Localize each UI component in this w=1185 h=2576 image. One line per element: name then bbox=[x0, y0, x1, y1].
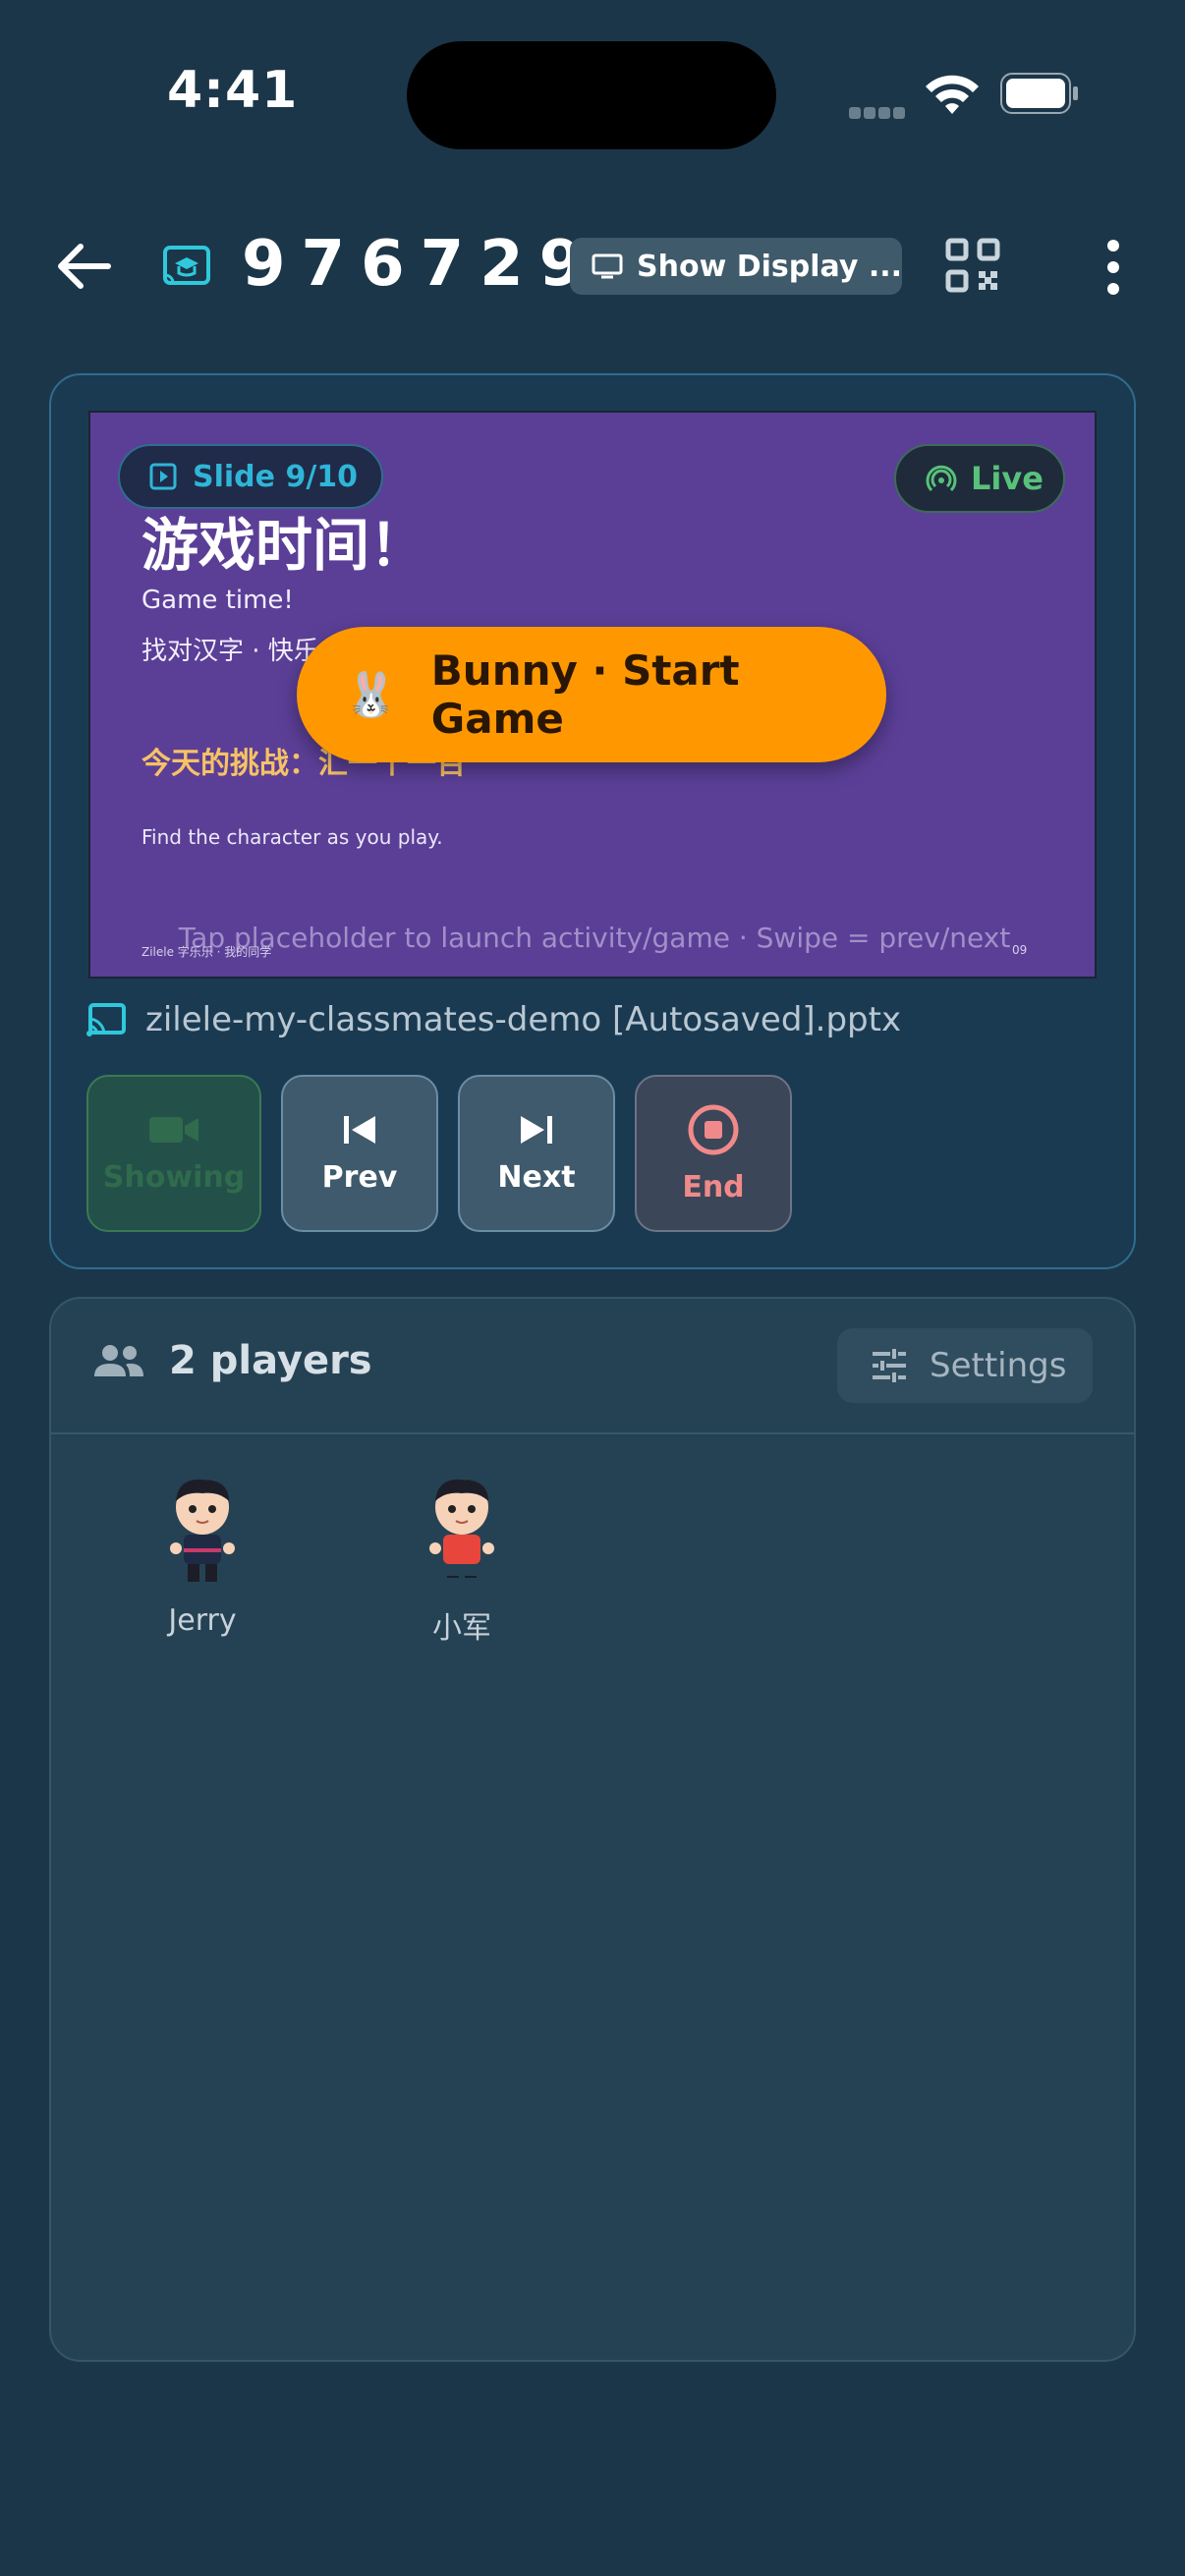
player-card[interactable]: Jerry bbox=[124, 1474, 281, 1638]
player-avatar bbox=[429, 1479, 494, 1578]
showing-button[interactable]: Showing bbox=[86, 1075, 261, 1232]
player-card[interactable]: 小军 bbox=[383, 1474, 540, 1647]
prev-button[interactable]: Prev bbox=[281, 1075, 438, 1232]
slide-counter-label: Slide 9/10 bbox=[193, 459, 359, 494]
end-label: End bbox=[682, 1169, 745, 1204]
file-name: zilele-my-classmates-demo [Autosaved].pp… bbox=[145, 1000, 902, 1039]
qr-code-icon[interactable] bbox=[945, 238, 1000, 293]
live-label: Live bbox=[971, 460, 1044, 497]
back-arrow-icon[interactable] bbox=[49, 232, 118, 301]
slide-instruction: Find the character as you play. bbox=[141, 825, 443, 849]
player-avatar bbox=[170, 1479, 235, 1582]
wifi-icon bbox=[926, 75, 979, 114]
end-button[interactable]: End bbox=[635, 1075, 792, 1232]
slide-counter-badge: Slide 9/10 bbox=[118, 444, 383, 509]
player-name: Jerry bbox=[168, 1603, 237, 1638]
video-camera-icon bbox=[149, 1116, 198, 1143]
live-broadcast-icon bbox=[926, 465, 957, 492]
slide-subtitle-chinese: 找对汉字 · 快乐 bbox=[141, 637, 319, 666]
slide-title: 游戏时间！ bbox=[141, 512, 427, 579]
skip-previous-icon bbox=[344, 1115, 375, 1144]
monitor-icon bbox=[592, 253, 623, 279]
show-display-button[interactable]: Show Display ... bbox=[570, 238, 902, 295]
start-game-button[interactable]: 🐰 Bunny · Start Game bbox=[297, 627, 886, 762]
slide-hint: Tap placeholder to launch activity/game … bbox=[178, 922, 1011, 954]
start-game-label: Bunny · Start Game bbox=[430, 646, 740, 743]
slide-subtitle: Game time! bbox=[141, 586, 294, 615]
next-label: Next bbox=[497, 1159, 576, 1195]
dynamic-island bbox=[407, 41, 776, 149]
room-code: 976729 bbox=[242, 228, 599, 301]
prev-label: Prev bbox=[321, 1159, 398, 1195]
settings-label: Settings bbox=[930, 1346, 1067, 1385]
players-divider bbox=[51, 1432, 1134, 1434]
players-card bbox=[49, 1297, 1136, 2362]
stop-circle-icon bbox=[688, 1104, 739, 1154]
live-badge: Live bbox=[894, 444, 1065, 513]
next-button[interactable]: Next bbox=[458, 1075, 615, 1232]
players-header: 2 players bbox=[92, 1338, 372, 1383]
tune-icon bbox=[873, 1349, 906, 1382]
people-icon bbox=[94, 1345, 143, 1376]
battery-icon bbox=[1000, 73, 1078, 114]
cast-classroom-icon bbox=[163, 246, 210, 285]
file-name-row: zilele-my-classmates-demo [Autosaved].pp… bbox=[86, 1000, 901, 1039]
slide-play-icon bbox=[149, 463, 177, 490]
status-time: 4:41 bbox=[167, 61, 299, 120]
showing-label: Showing bbox=[102, 1159, 246, 1195]
more-vertical-icon[interactable] bbox=[1099, 236, 1128, 299]
cellular-signal-icon bbox=[849, 104, 908, 123]
players-count: 2 players bbox=[169, 1338, 372, 1383]
cast-icon bbox=[86, 1003, 126, 1036]
settings-button[interactable]: Settings bbox=[837, 1328, 1093, 1403]
player-name: 小军 bbox=[432, 1611, 491, 1646]
bunny-icon: 🐰 bbox=[344, 670, 398, 720]
skip-next-icon bbox=[521, 1115, 552, 1144]
show-display-label: Show Display ... bbox=[637, 249, 902, 284]
